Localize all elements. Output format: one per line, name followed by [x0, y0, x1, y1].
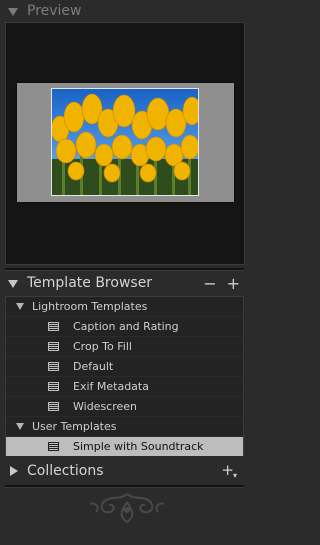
template-label: Crop To Fill: [73, 340, 132, 353]
collapse-triangle-icon[interactable]: [7, 277, 19, 289]
template-label: Caption and Rating: [73, 320, 179, 333]
template-label: Default: [73, 360, 114, 373]
template-icon: [48, 382, 59, 391]
add-collection-button[interactable]: +▾: [221, 461, 238, 480]
template-icon: [48, 322, 59, 331]
chevron-down-icon: ▾: [232, 471, 237, 480]
template-label: Widescreen: [73, 400, 138, 413]
collections-title: Collections: [27, 463, 104, 479]
folder-label: Lightroom Templates: [32, 300, 148, 313]
tulips-preview-image: [51, 88, 199, 196]
template-item-caption-and-rating[interactable]: Caption and Rating: [6, 317, 243, 337]
template-item-widescreen[interactable]: Widescreen: [6, 397, 243, 417]
template-icon: [48, 342, 59, 351]
collapse-triangle-icon[interactable]: [7, 5, 19, 17]
template-browser-header[interactable]: Template Browser − +: [0, 272, 254, 294]
collections-header[interactable]: Collections +▾: [0, 460, 254, 482]
template-item-default[interactable]: Default: [6, 357, 243, 377]
panel-end-ornament-icon: [89, 493, 165, 524]
template-item-exif-metadata[interactable]: Exif Metadata: [6, 377, 243, 397]
template-browser-title: Template Browser: [27, 275, 153, 291]
folder-expand-icon[interactable]: [16, 423, 24, 430]
template-label: Simple with Soundtrack: [73, 440, 204, 453]
template-label: Exif Metadata: [73, 380, 149, 393]
template-tree: Lightroom Templates Caption and Rating C…: [5, 296, 244, 457]
folder-lightroom-templates[interactable]: Lightroom Templates: [6, 297, 243, 317]
preview-panel-header[interactable]: Preview: [0, 0, 254, 22]
preview-title: Preview: [27, 3, 82, 19]
template-icon: [48, 402, 59, 411]
folder-user-templates[interactable]: User Templates: [6, 417, 243, 437]
add-template-button[interactable]: +: [227, 274, 240, 293]
panel-divider: [5, 268, 244, 271]
folder-expand-icon[interactable]: [16, 303, 24, 310]
template-icon: [48, 442, 59, 451]
template-item-simple-with-soundtrack[interactable]: Simple with Soundtrack: [6, 437, 243, 457]
preview-area: [5, 22, 245, 265]
remove-template-button[interactable]: −: [203, 274, 216, 293]
template-item-crop-to-fill[interactable]: Crop To Fill: [6, 337, 243, 357]
folder-label: User Templates: [32, 420, 117, 433]
expand-triangle-icon[interactable]: [7, 465, 19, 477]
slide-preview: [17, 83, 234, 202]
panel-divider: [5, 485, 244, 488]
template-icon: [48, 362, 59, 371]
